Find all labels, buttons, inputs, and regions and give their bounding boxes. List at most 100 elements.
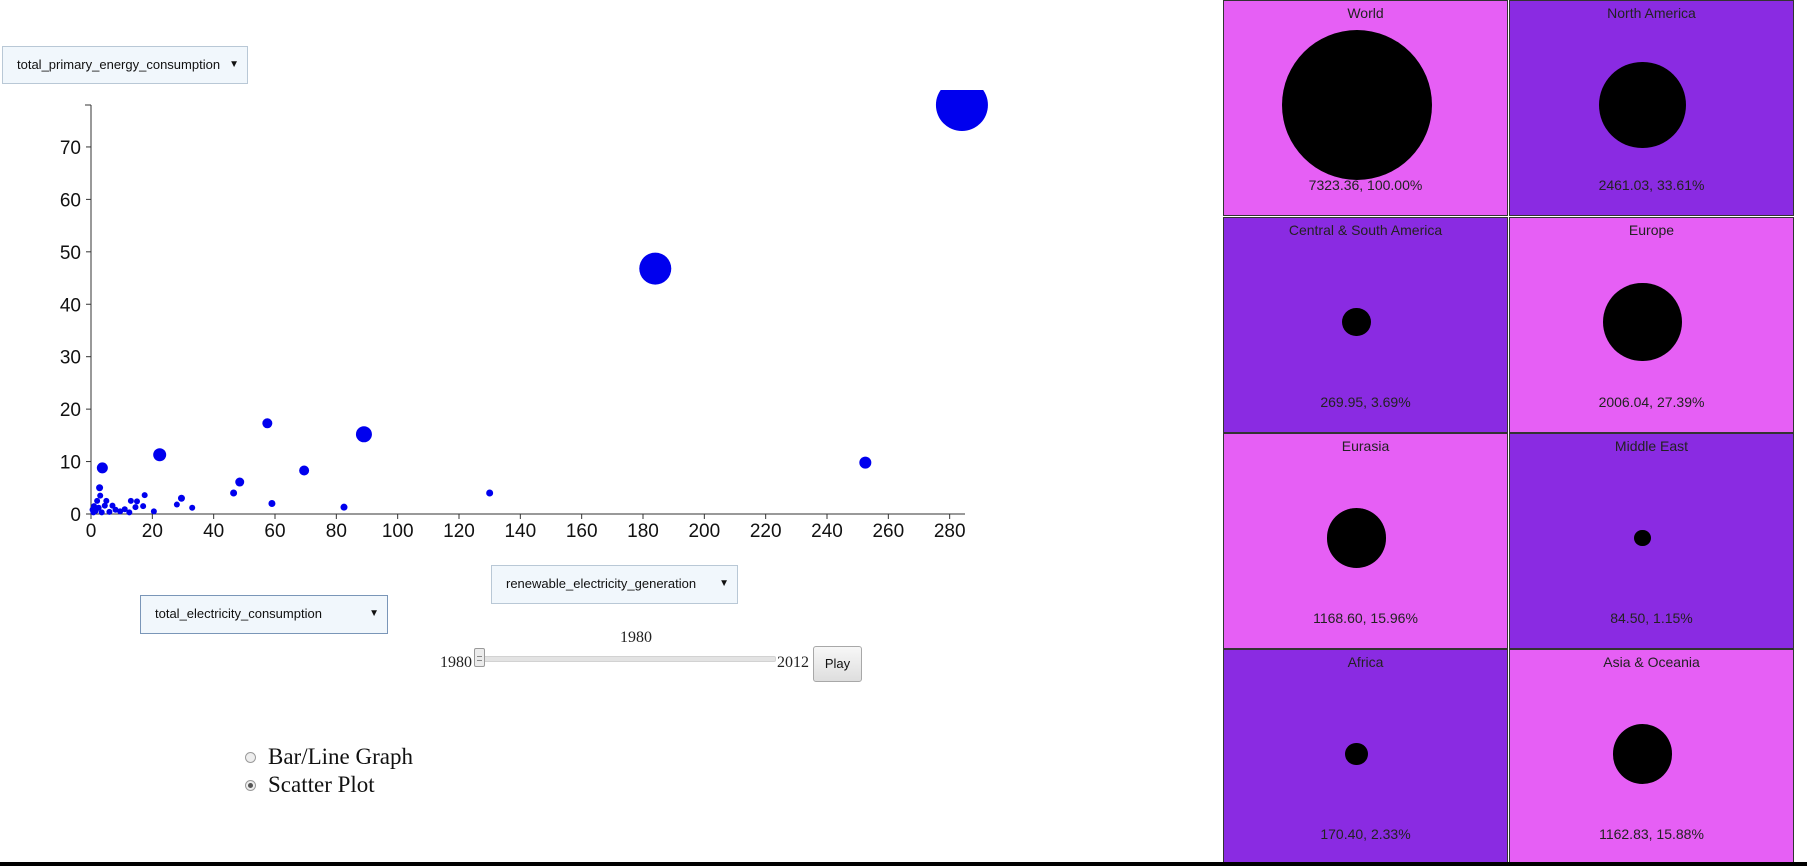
data-point bbox=[96, 484, 104, 492]
region-value: 7323.36, 100.00% bbox=[1308, 177, 1423, 193]
region-bubble bbox=[1326, 508, 1387, 568]
data-point bbox=[134, 498, 140, 505]
region-cell: Eurasia 1168.60, 15.96% bbox=[1223, 433, 1508, 649]
current-year-label: 1980 bbox=[620, 629, 652, 646]
data-point bbox=[140, 503, 147, 510]
y-tick-label: 10 bbox=[60, 453, 81, 474]
radio-scatter-plot[interactable]: Scatter Plot bbox=[245, 772, 375, 798]
data-point bbox=[173, 501, 180, 508]
region-value: 84.50, 1.15% bbox=[1610, 610, 1693, 626]
data-point bbox=[97, 492, 104, 499]
year-slider-handle[interactable] bbox=[474, 648, 485, 667]
data-point bbox=[109, 502, 116, 509]
year-min-label: 1980 bbox=[440, 654, 472, 671]
region-bubble bbox=[1634, 529, 1651, 547]
data-point bbox=[355, 426, 372, 443]
data-point bbox=[101, 502, 108, 509]
data-point bbox=[268, 500, 276, 508]
data-point bbox=[639, 252, 672, 285]
x-tick-label: 120 bbox=[443, 521, 475, 542]
y-tick-label: 30 bbox=[60, 348, 81, 369]
data-point bbox=[132, 504, 139, 511]
region-cell: Africa 170.40, 2.33% bbox=[1223, 649, 1508, 865]
chevron-down-icon: ▼ bbox=[369, 608, 379, 619]
data-point bbox=[859, 456, 872, 469]
region-value: 1162.83, 15.88% bbox=[1599, 826, 1704, 842]
region-name: Asia & Oceania bbox=[1603, 654, 1700, 670]
x-tick-label: 280 bbox=[934, 521, 966, 542]
radio-bar-line-label: Bar/Line Graph bbox=[268, 744, 413, 769]
x-tick-label: 140 bbox=[504, 521, 536, 542]
x-variable-select[interactable]: total_electricity_consumption ▼ bbox=[140, 595, 388, 634]
radio-bar-line-graph[interactable]: Bar/Line Graph bbox=[245, 744, 413, 770]
x-tick-label: 260 bbox=[872, 521, 904, 542]
region-grid: World 7323.36, 100.00% North America 2461.0… bbox=[1223, 0, 1795, 866]
chevron-down-icon: ▼ bbox=[229, 59, 239, 70]
x-tick-label: 180 bbox=[627, 521, 659, 542]
x-tick-label: 80 bbox=[326, 521, 347, 542]
x-tick-label: 20 bbox=[142, 521, 163, 542]
region-value: 269.95, 3.69% bbox=[1320, 394, 1411, 410]
data-point bbox=[935, 90, 988, 131]
data-point bbox=[150, 508, 157, 515]
radio-scatter-label: Scatter Plot bbox=[268, 772, 375, 797]
region-bubble bbox=[1345, 742, 1368, 766]
x-tick-label: 220 bbox=[750, 521, 782, 542]
y-tick-label: 70 bbox=[60, 138, 81, 159]
data-point bbox=[127, 497, 134, 504]
y-tick-label: 40 bbox=[60, 295, 81, 316]
x-tick-label: 200 bbox=[688, 521, 720, 542]
data-point bbox=[340, 503, 348, 511]
region-bubble bbox=[1281, 30, 1432, 180]
y-tick-label: 0 bbox=[70, 505, 81, 526]
x-tick-label: 100 bbox=[382, 521, 414, 542]
y-variable-select[interactable]: total_primary_energy_consumption ▼ bbox=[2, 46, 248, 84]
radio-button[interactable] bbox=[245, 751, 256, 763]
region-cell: Middle East 84.50, 1.15% bbox=[1509, 433, 1794, 649]
region-name: Eurasia bbox=[1341, 438, 1390, 454]
year-max-label: 2012 bbox=[777, 654, 809, 671]
region-bubble bbox=[1342, 307, 1371, 337]
data-point bbox=[98, 509, 105, 516]
region-bubble bbox=[1603, 282, 1682, 362]
size-variable-select-value: renewable_electricity_generation bbox=[506, 576, 697, 591]
region-cell: Asia & Oceania 1162.83, 15.88% bbox=[1509, 649, 1794, 865]
region-name: Central & South America bbox=[1288, 222, 1443, 238]
region-value: 2006.04, 27.39% bbox=[1598, 394, 1705, 410]
chevron-down-icon: ▼ bbox=[719, 578, 729, 589]
region-name: Europe bbox=[1628, 222, 1675, 238]
x-tick-label: 240 bbox=[811, 521, 843, 542]
data-point bbox=[299, 465, 310, 476]
region-name: Africa bbox=[1347, 654, 1384, 670]
data-point bbox=[177, 494, 185, 502]
size-variable-select[interactable]: renewable_electricity_generation ▼ bbox=[491, 565, 738, 604]
region-name: Middle East bbox=[1614, 438, 1689, 454]
x-variable-select-value: total_electricity_consumption bbox=[155, 606, 322, 621]
data-point bbox=[89, 506, 96, 513]
chart-points bbox=[89, 90, 988, 516]
y-tick-label: 20 bbox=[60, 400, 81, 421]
y-variable-select-value: total_primary_energy_consumption bbox=[17, 57, 221, 72]
chart-axes: 0 20 40 60 80 100 120 140 160 180 200 220 240 260 280 0… bbox=[60, 104, 966, 542]
region-value: 2461.03, 33.61% bbox=[1598, 177, 1705, 193]
x-tick-label: 160 bbox=[566, 521, 598, 542]
region-value: 170.40, 2.33% bbox=[1320, 826, 1411, 842]
radio-button-selected[interactable] bbox=[245, 779, 256, 791]
region-cell: North America 2461.03, 33.61% bbox=[1509, 0, 1794, 216]
region-bubble bbox=[1599, 61, 1686, 149]
x-tick-label: 40 bbox=[203, 521, 224, 542]
region-cell: Europe 2006.04, 27.39% bbox=[1509, 217, 1794, 433]
scatter-chart: 0 20 40 60 80 100 120 140 160 180 200 220 240 260 280 0… bbox=[60, 90, 988, 542]
data-point bbox=[141, 492, 148, 499]
region-bubble bbox=[1612, 724, 1673, 784]
bottom-border bbox=[0, 862, 1807, 866]
data-point bbox=[262, 418, 273, 429]
data-point bbox=[235, 477, 245, 487]
play-button[interactable]: Play bbox=[813, 646, 862, 682]
data-point bbox=[96, 462, 108, 474]
data-point bbox=[106, 508, 113, 515]
year-slider-track[interactable] bbox=[477, 656, 776, 662]
data-point bbox=[94, 497, 101, 504]
x-tick-label: 0 bbox=[86, 521, 97, 542]
region-cell: World 7323.36, 100.00% bbox=[1223, 0, 1508, 216]
